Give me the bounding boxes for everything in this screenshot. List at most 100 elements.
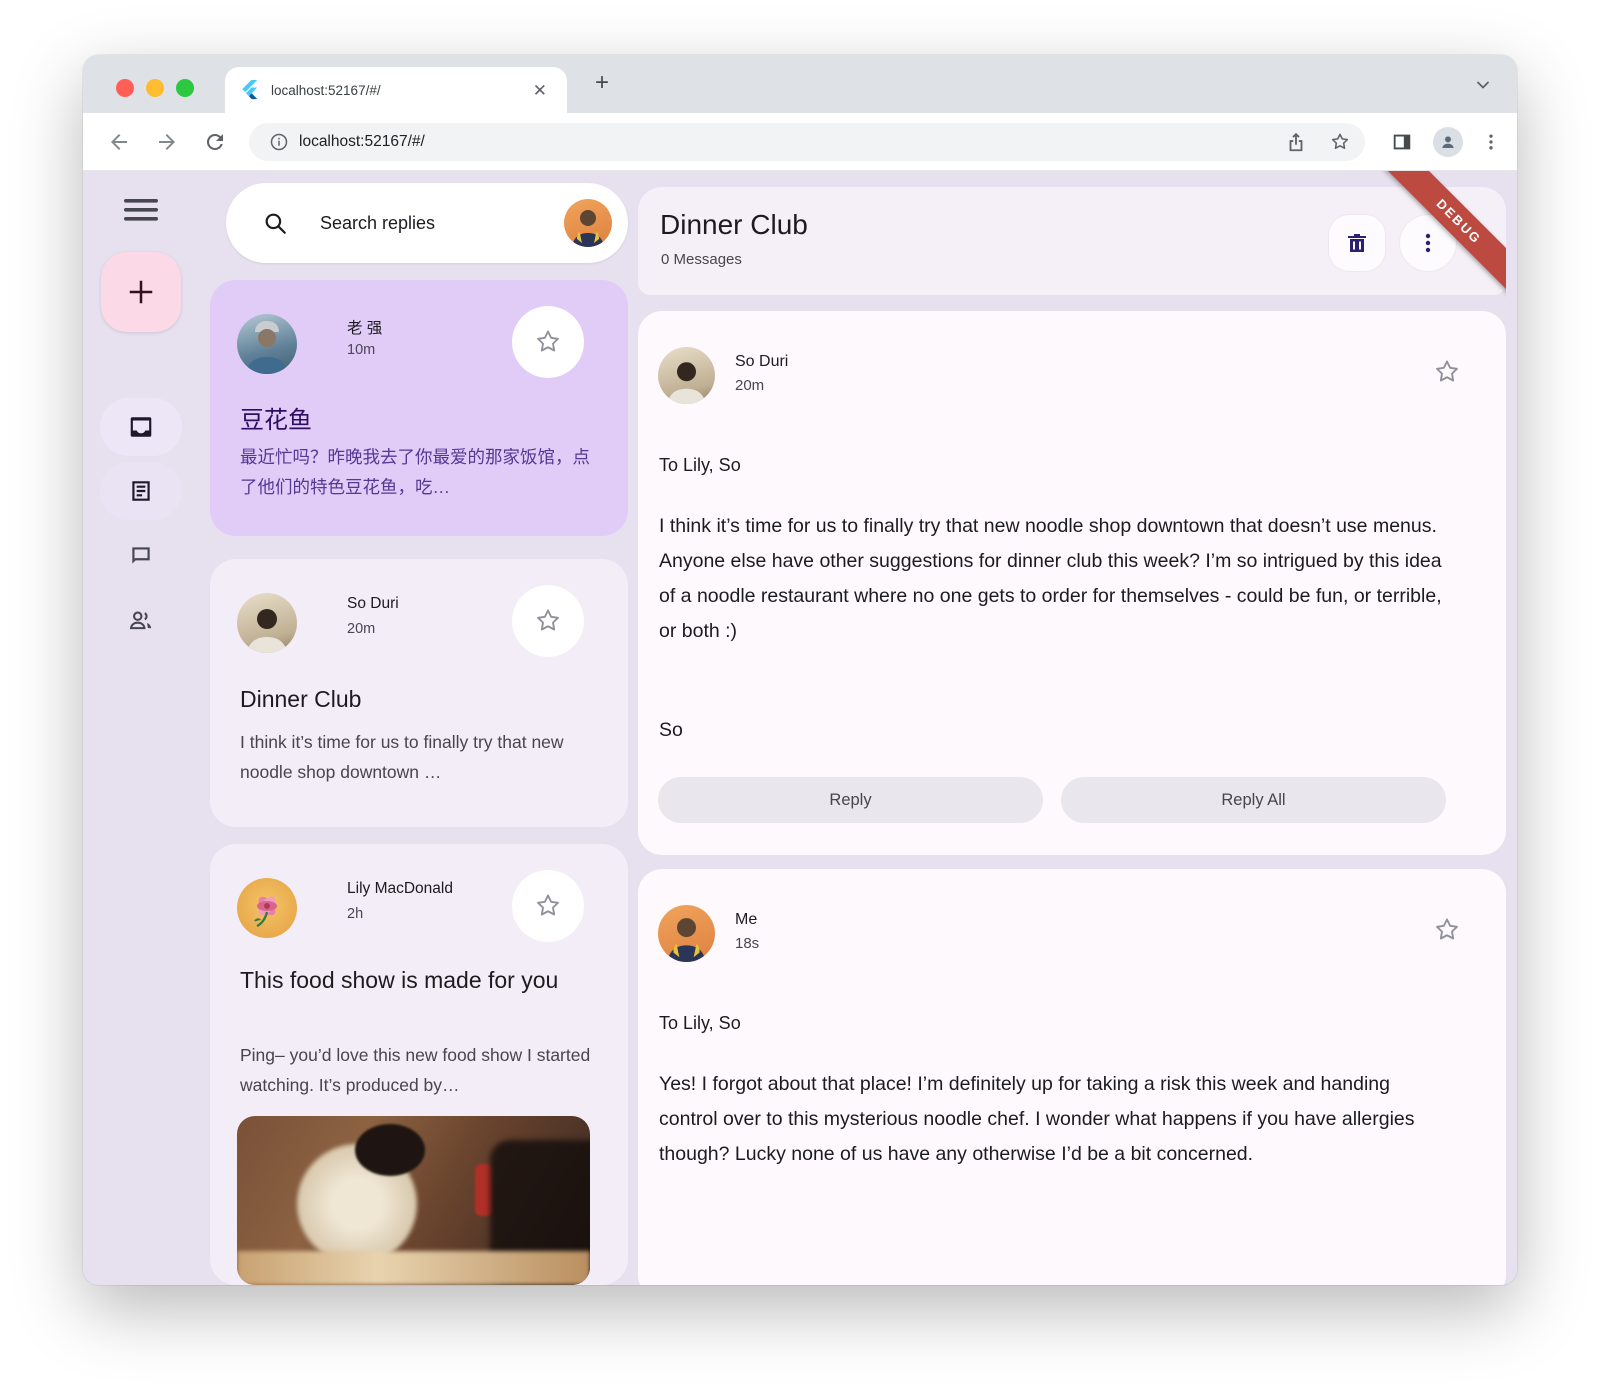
star-button[interactable]	[512, 870, 584, 942]
message-sender: So Duri	[735, 353, 788, 371]
chat-bubble-icon	[128, 543, 154, 569]
star-icon	[533, 327, 563, 357]
message-body: I think it’s time for us to finally try …	[659, 509, 1448, 649]
delete-thread-button[interactable]	[1329, 215, 1385, 271]
star-icon	[533, 891, 563, 921]
star-icon	[533, 606, 563, 636]
share-icon[interactable]	[1285, 131, 1307, 153]
menu-hamburger-icon[interactable]	[124, 198, 158, 222]
kebab-icon	[1416, 231, 1440, 255]
message-time: 10m	[347, 342, 375, 358]
browser-window: localhost:52167/#/ ✕ + localhost:52167/#…	[83, 55, 1517, 1285]
profile-person-icon	[1439, 133, 1457, 151]
message-time: 18s	[735, 935, 759, 952]
message-recipients: To Lily, So	[659, 455, 741, 476]
thread-pane: Dinner Club 0 Messages	[638, 171, 1506, 1285]
person-silhouette-icon	[658, 905, 715, 962]
message-sender: Me	[735, 911, 757, 929]
sidebar-item-inbox[interactable]	[100, 398, 182, 456]
tab-title: localhost:52167/#/	[271, 83, 529, 98]
star-icon	[1432, 915, 1462, 945]
message-time: 2h	[347, 906, 363, 922]
browser-menu-kebab-icon[interactable]	[1481, 132, 1501, 152]
avatar-so-duri	[658, 347, 715, 404]
message-card[interactable]: So Duri 20m To Lily, So I think it’s tim…	[638, 311, 1506, 855]
thread-header: Dinner Club 0 Messages	[638, 187, 1506, 295]
browser-profile-avatar[interactable]	[1433, 127, 1463, 157]
search-input[interactable]: Search replies	[320, 213, 564, 234]
message-time: 20m	[347, 621, 375, 637]
site-info-icon[interactable]	[269, 132, 289, 152]
star-message-button[interactable]	[1432, 357, 1462, 387]
card-title: 豆花鱼	[240, 402, 598, 440]
url-text: localhost:52167/#/	[299, 133, 1263, 151]
avatar-me	[658, 905, 715, 962]
toolbar-right	[1365, 127, 1517, 157]
nav-rail	[83, 171, 209, 1285]
fullscreen-window-button[interactable]	[176, 79, 194, 97]
person-silhouette-icon	[237, 593, 297, 653]
reload-button[interactable]	[203, 130, 227, 154]
tab-search-chevron-icon[interactable]	[1475, 77, 1491, 93]
tab-close-icon[interactable]: ✕	[529, 78, 551, 103]
people-icon	[128, 607, 154, 633]
person-silhouette-icon	[564, 199, 612, 247]
star-icon	[1432, 357, 1462, 387]
browser-toolbar: localhost:52167/#/	[83, 113, 1517, 171]
thread-title: Dinner Club	[660, 209, 808, 241]
minimize-window-button[interactable]	[146, 79, 164, 97]
star-button[interactable]	[512, 585, 584, 657]
back-button[interactable]	[107, 130, 131, 154]
card-preview: 最近忙吗？昨晚我去了你最爱的那家饭馆，点了他们的特色豆花鱼，吃…	[240, 442, 600, 502]
message-body: Yes! I forgot about that place! I’m defi…	[659, 1067, 1448, 1172]
forward-button[interactable]	[155, 130, 179, 154]
thread-more-button[interactable]	[1400, 215, 1456, 271]
flower-icon	[237, 878, 297, 938]
inbox-card-food-show[interactable]: Lily MacDonald 2h This food show is made…	[210, 844, 628, 1285]
sender-name: 老 强	[347, 316, 382, 338]
card-preview: Ping– you’d love this new food show I st…	[240, 1040, 600, 1100]
message-signoff: So	[659, 719, 683, 742]
side-panel-icon[interactable]	[1391, 131, 1413, 153]
plus-icon	[126, 277, 156, 307]
person-silhouette-icon	[237, 314, 297, 374]
search-bar[interactable]: Search replies	[226, 183, 628, 263]
reply-all-button[interactable]: Reply All	[1061, 777, 1446, 823]
person-silhouette-icon	[658, 347, 715, 404]
sidebar-item-articles[interactable]	[100, 462, 182, 520]
avatar-lily-macdonald	[237, 878, 297, 938]
star-button[interactable]	[512, 306, 584, 378]
reply-app: Search replies	[83, 171, 1517, 1285]
inbox-list-pane: Search replies	[210, 171, 628, 1285]
new-tab-button[interactable]: +	[588, 70, 616, 98]
card-title: Dinner Club	[240, 681, 598, 718]
close-window-button[interactable]	[116, 79, 134, 97]
message-card[interactable]: Me 18s To Lily, So Yes! I forgot about t…	[638, 869, 1506, 1285]
inbox-card-dinner-club[interactable]: So Duri 20m Dinner Club I think it’s tim…	[210, 559, 628, 827]
article-icon	[128, 478, 154, 504]
sender-name: Lily MacDonald	[347, 880, 453, 898]
food-show-image	[237, 1116, 590, 1285]
tab-strip: localhost:52167/#/ ✕ +	[83, 55, 1517, 113]
inbox-icon	[128, 414, 154, 440]
sidebar-item-people[interactable]	[100, 591, 182, 649]
sidebar-item-chat[interactable]	[100, 527, 182, 585]
flutter-favicon-icon	[241, 80, 259, 100]
address-bar[interactable]: localhost:52167/#/	[249, 123, 1365, 161]
inbox-card-doufayu[interactable]: 老 强 10m 豆花鱼 最近忙吗？昨晚我去了你最爱的那家饭馆，点了他们的特色豆花…	[210, 280, 628, 536]
star-message-button[interactable]	[1432, 915, 1462, 945]
reply-button[interactable]: Reply	[658, 777, 1043, 823]
user-avatar[interactable]	[564, 199, 612, 247]
browser-tab[interactable]: localhost:52167/#/ ✕	[225, 67, 567, 113]
compose-fab[interactable]	[101, 252, 181, 332]
bookmark-star-icon[interactable]	[1329, 131, 1351, 153]
card-preview: I think it’s time for us to finally try …	[240, 727, 600, 787]
card-title: This food show is made for you	[240, 962, 598, 999]
screenshot-canvas: localhost:52167/#/ ✕ + localhost:52167/#…	[0, 0, 1600, 1398]
avatar-lao-qiang	[237, 314, 297, 374]
sender-name: So Duri	[347, 595, 399, 613]
thread-message-count: 0 Messages	[661, 251, 742, 268]
trash-icon	[1345, 231, 1369, 255]
message-recipients: To Lily, So	[659, 1013, 741, 1034]
message-time: 20m	[735, 377, 764, 394]
